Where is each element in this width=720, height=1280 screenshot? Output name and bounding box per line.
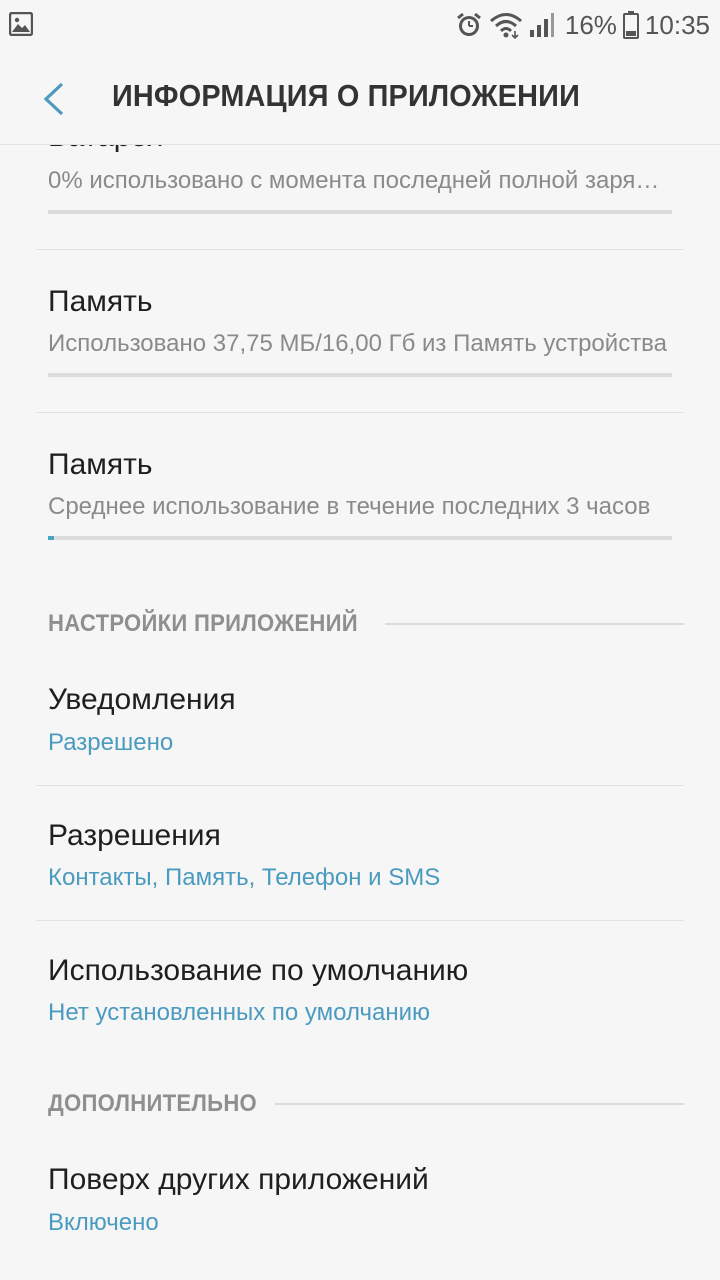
draw-over-apps-title: Поверх других приложений <box>48 1163 429 1196</box>
section-label: НАСТРОЙКИ ПРИЛОЖЕНИЙ <box>48 610 358 637</box>
memory-title: Память <box>48 448 153 481</box>
draw-over-apps-item[interactable]: Поверх других приложений Включено <box>0 1140 720 1266</box>
default-usage-item[interactable]: Использование по умолчанию Нет установле… <box>0 921 720 1055</box>
content-list[interactable]: Батарея 0% использовано с момента послед… <box>0 0 720 1280</box>
storage-subtitle: Использовано 37,75 МБ/16,00 Гб из Память… <box>48 330 668 357</box>
section-header-app-settings: НАСТРОЙКИ ПРИЛОЖЕНИЙ <box>48 609 684 639</box>
app-bar: ИНФОРМАЦИЯ О ПРИЛОЖЕНИИ <box>0 50 720 145</box>
permissions-title: Разрешения <box>48 819 221 852</box>
section-label: ДОПОЛНИТЕЛЬНО <box>48 1090 257 1117</box>
battery-subtitle: 0% использовано с момента последней полн… <box>48 167 672 194</box>
memory-usage-bar <box>48 536 672 540</box>
section-header-advanced: ДОПОЛНИТЕЛЬНО <box>48 1089 684 1119</box>
memory-subtitle: Среднее использование в течение последни… <box>48 493 651 520</box>
back-button[interactable] <box>30 70 80 124</box>
draw-over-apps-value: Включено <box>48 1209 159 1236</box>
section-line <box>384 623 684 625</box>
default-usage-value: Нет установленных по умолчанию <box>48 999 430 1026</box>
storage-usage-bar <box>48 373 672 377</box>
chevron-left-icon <box>43 82 64 116</box>
memory-usage-fill <box>48 536 55 540</box>
page-title: ИНФОРМАЦИЯ О ПРИЛОЖЕНИИ <box>112 78 580 113</box>
notifications-title: Уведомления <box>48 683 236 716</box>
notifications-value: Разрешено <box>48 729 174 756</box>
default-usage-title: Использование по умолчанию <box>48 954 469 987</box>
section-line <box>275 1103 684 1105</box>
notifications-item[interactable]: Уведомления Разрешено <box>0 660 720 786</box>
storage-title: Память <box>48 285 153 318</box>
permissions-value: Контакты, Память, Телефон и SMS <box>48 864 441 891</box>
memory-item[interactable]: Память Среднее использование в течение п… <box>0 413 720 573</box>
storage-item[interactable]: Память Использовано 37,75 МБ/16,00 Гб из… <box>0 250 720 412</box>
battery-usage-bar <box>48 210 672 214</box>
permissions-item[interactable]: Разрешения Контакты, Память, Телефон и S… <box>0 786 720 920</box>
